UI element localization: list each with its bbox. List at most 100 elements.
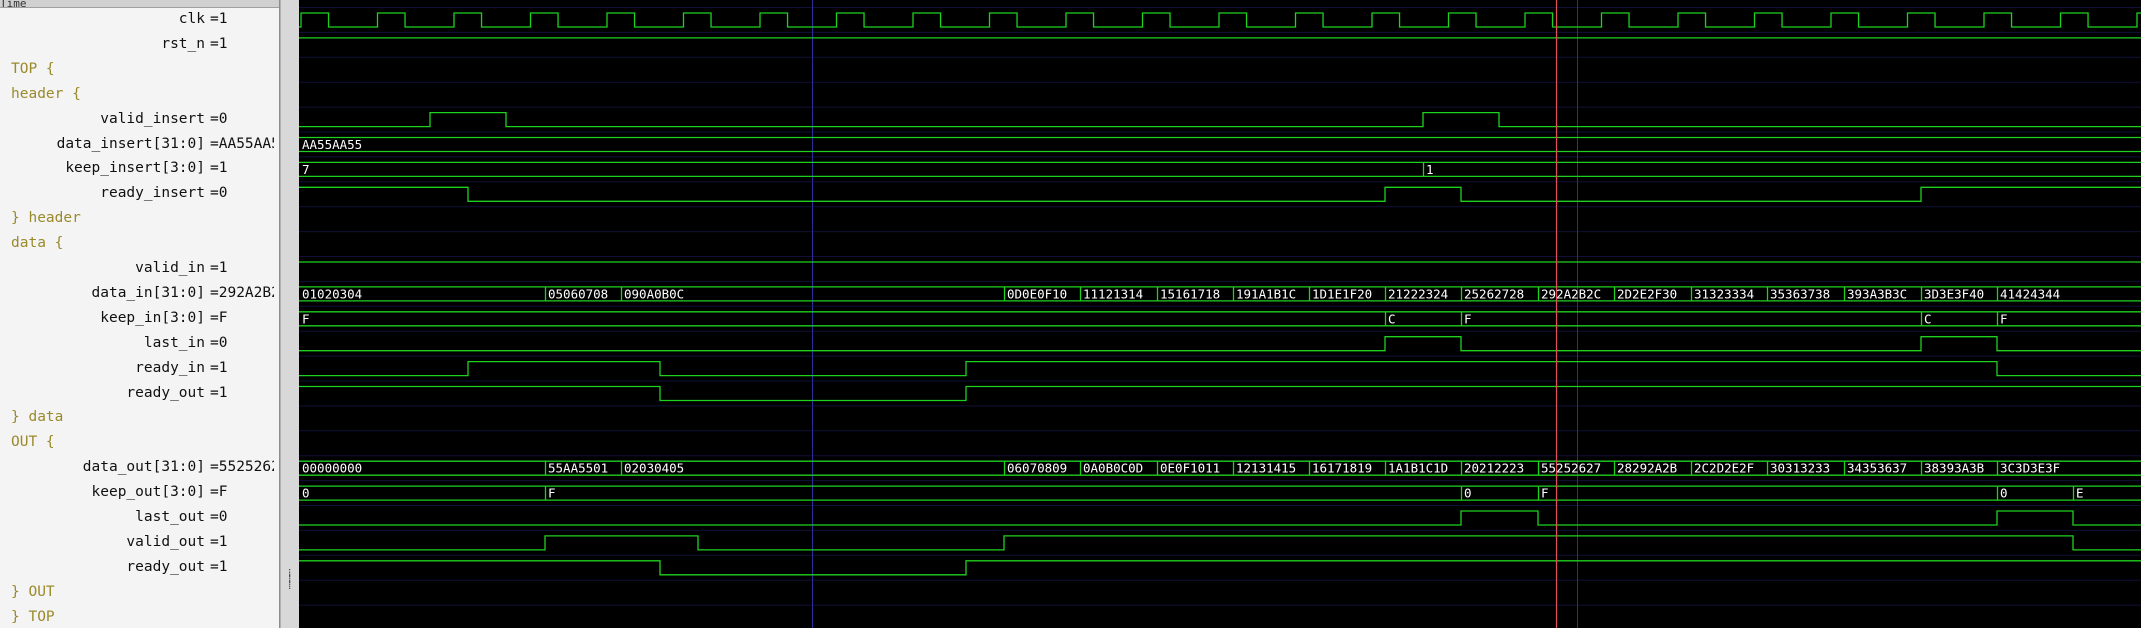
signal-value-text: 0 xyxy=(218,110,228,127)
bus-value-label: 0A0B0C0D xyxy=(1083,461,1143,476)
bus-value-label: 25262728 xyxy=(1464,286,1524,301)
signal-value: =1 xyxy=(210,384,228,401)
signal-row[interactable]: ready_insert =0 xyxy=(0,181,274,206)
bus-value-label: 0D0E0F10 xyxy=(1007,286,1067,301)
signal-row[interactable]: keep_in[3:0] =F xyxy=(0,306,274,331)
bus-value-label: E xyxy=(2076,486,2084,501)
signal-value-text: 1 xyxy=(218,533,228,550)
waveform-pane[interactable]: AA55AA55 7 1 01020304 05060708 090A0B0C 0D0E0F… xyxy=(299,0,2141,628)
signal-value-text: 1 xyxy=(218,11,228,27)
signal-value: =1 xyxy=(210,533,228,550)
bus-value-label: 15161718 xyxy=(1160,286,1220,301)
bus-value-label: 0 xyxy=(2000,486,2008,501)
signal-value-text: 1 xyxy=(218,384,228,401)
waveform-viewer: Time clk =1 rst_n =1 TOP {header {valid_inse… xyxy=(0,0,2141,628)
bus-value-label: 55252627 xyxy=(1541,461,1601,476)
signal-value-text: 55252627 xyxy=(218,459,274,476)
signal-row[interactable]: last_out =0 xyxy=(0,505,274,530)
bus-value-label: F xyxy=(548,486,556,501)
signal-row[interactable]: ready_in =1 xyxy=(0,356,274,381)
group-label: OUT { xyxy=(11,434,55,451)
signal-value: =1 xyxy=(210,558,228,575)
group-label: } TOP xyxy=(11,608,55,625)
bus-value-label: 55AA5501 xyxy=(548,461,608,476)
group-row[interactable]: OUT { xyxy=(0,430,279,455)
group-row[interactable]: data { xyxy=(0,231,279,256)
group-row[interactable]: } data xyxy=(0,405,279,430)
bus-value-label: 21222324 xyxy=(1388,286,1448,301)
bit-waveform xyxy=(299,535,2141,551)
signal-value-text: 1 xyxy=(218,558,228,575)
signal-value-text: F xyxy=(218,484,228,501)
group-label: } data xyxy=(11,409,64,426)
signal-value-text: 1 xyxy=(218,35,228,52)
bus-value-label: 12131415 xyxy=(1236,461,1296,476)
clock-waveform xyxy=(299,12,2141,28)
bus-value-label: 11121314 xyxy=(1083,286,1143,301)
signal-name: ready_out xyxy=(126,384,205,401)
signal-value: =0 xyxy=(210,509,228,525)
bus-value-label: 0 xyxy=(1464,486,1472,501)
bus-value-label: F xyxy=(2000,311,2008,326)
bit-waveform xyxy=(299,510,2141,526)
group-label: data { xyxy=(11,235,64,252)
splitter-grip-icon: ⁞ ⁞ ⁞ xyxy=(288,566,292,592)
signal-value: =F xyxy=(210,309,228,326)
signal-row[interactable]: keep_out[3:0] =F xyxy=(0,480,274,505)
signal-row[interactable]: valid_out =1 xyxy=(0,530,274,555)
bus-value-label: C xyxy=(1388,311,1396,326)
bus-value-label: 1 xyxy=(1426,162,1434,177)
bus-value-label: 7 xyxy=(302,162,310,177)
group-row[interactable]: header { xyxy=(0,82,279,107)
bus-value-label: 16171819 xyxy=(1312,461,1372,476)
bus-value-label: 30313233 xyxy=(1770,461,1830,476)
signal-name-pane: Time clk =1 rst_n =1 TOP {header {valid_inse… xyxy=(0,0,280,628)
group-label: } OUT xyxy=(11,583,55,600)
signal-row[interactable]: data_in[31:0]=292A2B2C xyxy=(0,281,275,306)
bus-value-label: 393A3B3C xyxy=(1847,286,1907,301)
signal-value: =55252627 xyxy=(210,455,274,480)
signal-value-text: 0 xyxy=(218,509,228,525)
group-row[interactable]: } TOP xyxy=(0,605,279,628)
waveform-canvas[interactable]: AA55AA55 7 1 01020304 05060708 090A0B0C 0D0E0F… xyxy=(299,0,2141,628)
bus-value-label: AA55AA55 xyxy=(302,137,362,152)
signal-row[interactable]: last_in =0 xyxy=(0,331,274,356)
bus-value-label: 38393A3B xyxy=(1924,461,1984,476)
signal-value-text: 1 xyxy=(218,260,228,276)
signal-name: keep_insert[3:0] xyxy=(65,160,205,177)
group-row[interactable]: TOP { xyxy=(0,57,279,82)
signal-name: valid_in xyxy=(135,260,205,276)
group-row[interactable]: } header xyxy=(0,206,279,231)
bit-waveform xyxy=(299,111,2141,128)
bus-value-label: 090A0B0C xyxy=(624,286,684,301)
signal-row[interactable]: data_out[31:0] =55252627 xyxy=(0,455,274,480)
signal-value: =292A2B2C xyxy=(210,281,274,306)
group-row[interactable]: } OUT xyxy=(0,580,279,605)
pane-splitter[interactable]: ⁞ ⁞ ⁞ xyxy=(280,0,300,628)
bus-value-label: 191A1B1C xyxy=(1236,286,1296,301)
signal-value: =F xyxy=(210,484,228,501)
signal-row[interactable]: ready_out =1 xyxy=(0,381,274,406)
bus-value-label: 2C2D2E2F xyxy=(1694,461,1754,476)
signal-name: keep_in[3:0] xyxy=(100,309,205,326)
bus-value-label: F xyxy=(1541,486,1549,501)
signal-row[interactable]: rst_n =1 xyxy=(0,32,274,57)
bus-value-label: 00000000 xyxy=(302,461,362,476)
signal-row[interactable]: clk =1 xyxy=(0,7,274,32)
signal-row[interactable]: valid_insert =0 xyxy=(0,107,274,132)
signal-name: valid_insert xyxy=(100,110,205,127)
signal-row[interactable]: data_insert[31:0] =AA55AA55 xyxy=(0,132,274,157)
signal-value-text: 1 xyxy=(218,160,228,177)
bus-value-label: 0 xyxy=(302,486,310,501)
signal-value: =0 xyxy=(210,110,228,127)
bus-value-label: 41424344 xyxy=(2000,286,2060,301)
signal-name: valid_out xyxy=(126,533,205,550)
bus-value-label: 292A2B2C xyxy=(1541,286,1601,301)
bus-value-label: 35363738 xyxy=(1770,286,1830,301)
signal-name: keep_out[3:0] xyxy=(91,484,206,501)
signal-row[interactable]: valid_in =1 xyxy=(0,256,274,281)
signal-row[interactable]: keep_insert[3:0] =1 xyxy=(0,156,274,181)
signal-row[interactable]: ready_out =1 xyxy=(0,555,274,580)
signal-name: ready_in xyxy=(135,359,205,376)
signal-value: =AA55AA55 xyxy=(210,132,274,157)
